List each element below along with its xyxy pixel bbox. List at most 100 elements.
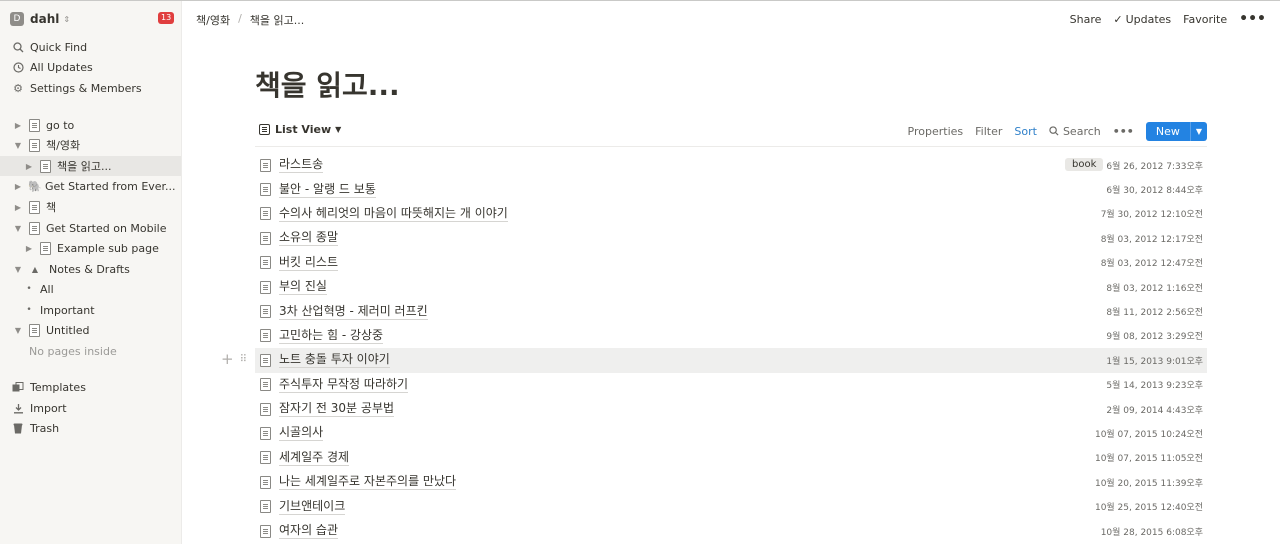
more-options-button[interactable]: ••• (1239, 11, 1266, 27)
view-selector[interactable]: List View ▼ (259, 123, 341, 136)
page-title[interactable]: 책을 읽고... (255, 64, 400, 104)
collapse-arrow-icon[interactable]: ▼ (13, 224, 23, 233)
list-item[interactable]: 수의사 헤리엇의 마음이 따뜻해지는 개 이야기 7월 30, 2012 12:1… (255, 202, 1207, 226)
list-item-title[interactable]: 여자의 습관 (279, 523, 339, 540)
filter-button[interactable]: Filter (975, 125, 1002, 138)
favorite-button[interactable]: Favorite (1183, 13, 1227, 26)
sidebar-page-go-to[interactable]: ▶ go to (0, 115, 181, 135)
list-item[interactable]: 3차 산업혁명 - 제러미 러프킨 8월 11, 2012 2:56오전 (255, 299, 1207, 323)
sidebar-page-mobile[interactable]: ▼ Get Started on Mobile (0, 218, 181, 238)
expand-arrow-icon[interactable]: ▶ (13, 121, 23, 130)
sidebar-page-book[interactable]: ▶ 책 (0, 197, 181, 217)
page-icon (260, 158, 271, 172)
list-item[interactable]: 잠자기 전 30분 공부법 2월 09, 2014 4:43오후 (255, 397, 1207, 421)
sidebar-page-example[interactable]: ▶ Example sub page (0, 238, 181, 258)
properties-button[interactable]: Properties (908, 125, 964, 138)
list-item-title[interactable]: 주식투자 무작정 따라하기 (279, 377, 409, 393)
sidebar-item-label: Get Started from Ever... (45, 179, 176, 193)
sidebar-quick-find[interactable]: Quick Find (0, 37, 181, 57)
list-item-title[interactable]: 3차 산업혁명 - 제러미 러프킨 (279, 304, 428, 320)
list-view-icon (259, 124, 270, 135)
breadcrumb-parent[interactable]: 책/영화 (196, 12, 230, 28)
list-item[interactable]: 시골의사 10월 07, 2015 10:24오전 (255, 421, 1207, 445)
sidebar-templates[interactable]: Templates (0, 377, 181, 397)
expand-arrow-icon[interactable]: ▶ (13, 182, 23, 191)
drag-handle-icon[interactable]: ⠿ (240, 354, 247, 365)
list-item-title[interactable]: 잠자기 전 30분 공부법 (279, 401, 395, 418)
page-icon (29, 138, 40, 152)
created-date: 10월 25, 2015 12:40오전 (1094, 503, 1203, 514)
list-item-title[interactable]: 버킷 리스트 (279, 255, 339, 271)
page-list: 라스트송 book 6월 26, 2012 7:33오후불안 - 알랭 드 보통 6월… (221, 153, 1207, 543)
page-icon (260, 305, 271, 319)
collapse-arrow-icon[interactable]: ▼ (13, 265, 23, 274)
collapse-arrow-icon[interactable]: ▼ (13, 141, 23, 150)
sidebar-page-untitled[interactable]: ▼ Untitled (0, 320, 181, 340)
page-icon (260, 524, 271, 538)
list-item[interactable]: 주식투자 무작정 따라하기 5월 14, 2013 9:23오후 (255, 373, 1207, 397)
clock-icon (12, 61, 24, 73)
breadcrumb-current[interactable]: 책을 읽고... (250, 12, 304, 28)
notes-icon: ▲ (31, 264, 39, 274)
list-item-title[interactable]: 소유의 종말 (279, 230, 339, 247)
add-row-icon[interactable]: + (221, 352, 234, 367)
view-more-button[interactable]: ••• (1113, 125, 1134, 138)
created-date: 9월 08, 2012 3:29오전 (1106, 332, 1203, 343)
page-icon (260, 329, 271, 343)
list-item[interactable]: 기브앤테이크 10월 25, 2015 12:40오전 (255, 494, 1207, 518)
database-view-bar: List View ▼ Properties Filter Sort Searc… (255, 121, 1207, 147)
bullet-icon: • (26, 305, 32, 315)
list-item-title[interactable]: 노트 충돌 투자 이야기 (279, 352, 390, 369)
sidebar-all-updates[interactable]: All Updates (0, 57, 181, 77)
list-item-title[interactable]: 나는 세계일주로 자본주의를 만났다 (279, 474, 457, 491)
sidebar-view-important[interactable]: • Important (0, 300, 181, 320)
collapse-arrow-icon[interactable]: ▼ (13, 326, 23, 335)
chevron-down-icon: ▼ (335, 125, 342, 134)
sidebar-import[interactable]: Import (0, 398, 181, 418)
expand-arrow-icon[interactable]: ▶ (24, 244, 34, 253)
list-item[interactable]: 라스트송 book 6월 26, 2012 7:33오후 (255, 153, 1207, 177)
list-item[interactable]: 여자의 습관 10월 28, 2015 6:08오후 (255, 519, 1207, 543)
updates-button[interactable]: ✓ Updates (1113, 13, 1171, 26)
list-item[interactable]: 고민하는 힘 - 강상중 9월 08, 2012 3:29오전 (255, 324, 1207, 348)
updown-chevron-icon: ⇕ (63, 14, 71, 24)
sidebar-item-label: 책 (46, 201, 57, 214)
search-button[interactable]: Search (1049, 125, 1101, 138)
list-item[interactable]: 버킷 리스트 8월 03, 2012 12:47오전 (255, 251, 1207, 275)
list-item-title[interactable]: 수의사 헤리엇의 마음이 따뜻해지는 개 이야기 (279, 206, 508, 222)
list-item-title[interactable]: 불안 - 알랭 드 보통 (279, 182, 376, 198)
new-button[interactable]: New ▼ (1145, 121, 1207, 141)
sidebar-page-book-movie[interactable]: ▼ 책/영화 (0, 135, 181, 155)
workspace-avatar: D (10, 12, 24, 26)
created-date: 6월 30, 2012 8:44오후 (1106, 186, 1203, 197)
list-item-title[interactable]: 기브앤테이크 (279, 499, 346, 515)
sort-button[interactable]: Sort (1014, 125, 1037, 138)
expand-arrow-icon[interactable]: ▶ (24, 162, 34, 171)
workspace-switcher[interactable]: D dahl ⇕ (10, 11, 70, 27)
list-item[interactable]: 세계일주 경제 10월 07, 2015 11:05오전 (255, 446, 1207, 470)
list-item[interactable]: + ⠿ 노트 충돌 투자 이야기 1월 15, 2013 9:01오후 (221, 348, 1207, 373)
list-item-title[interactable]: 고민하는 힘 - 강상중 (279, 328, 384, 344)
sidebar-item-label: Get Started on Mobile (46, 221, 167, 235)
list-item[interactable]: 소유의 종말 8월 03, 2012 12:17오전 (255, 226, 1207, 250)
elephant-icon: 🐘 (28, 179, 42, 193)
sidebar-page-evernote[interactable]: ▶ 🐘 Get Started from Ever... (0, 176, 181, 196)
list-item[interactable]: 나는 세계일주로 자본주의를 만났다 10월 20, 2015 11:39오후 (255, 470, 1207, 494)
notification-badge[interactable]: 13 (158, 12, 175, 24)
list-item-title[interactable]: 세계일주 경제 (279, 450, 350, 466)
list-item[interactable]: 부의 진실 8월 03, 2012 1:16오전 (255, 275, 1207, 299)
new-label[interactable]: New (1146, 122, 1190, 141)
sidebar-page-notes-drafts[interactable]: ▼ ▲ Notes & Drafts (0, 259, 181, 279)
list-item-title[interactable]: 부의 진실 (279, 279, 327, 296)
share-button[interactable]: Share (1070, 13, 1102, 26)
list-item-title[interactable]: 시골의사 (279, 425, 324, 442)
sidebar-view-all[interactable]: • All (0, 279, 181, 299)
sidebar-trash[interactable]: Trash (0, 418, 181, 438)
sidebar-page-reading[interactable]: ▶ 책을 읽고... (0, 156, 181, 176)
chevron-down-icon[interactable]: ▼ (1189, 121, 1207, 141)
row-handles: + ⠿ (221, 352, 247, 367)
expand-arrow-icon[interactable]: ▶ (13, 203, 23, 212)
sidebar-settings-members[interactable]: ⚙ Settings & Members (0, 78, 181, 98)
list-item-title[interactable]: 라스트송 (279, 157, 324, 174)
list-item[interactable]: 불안 - 알랭 드 보통 6월 30, 2012 8:44오후 (255, 177, 1207, 201)
